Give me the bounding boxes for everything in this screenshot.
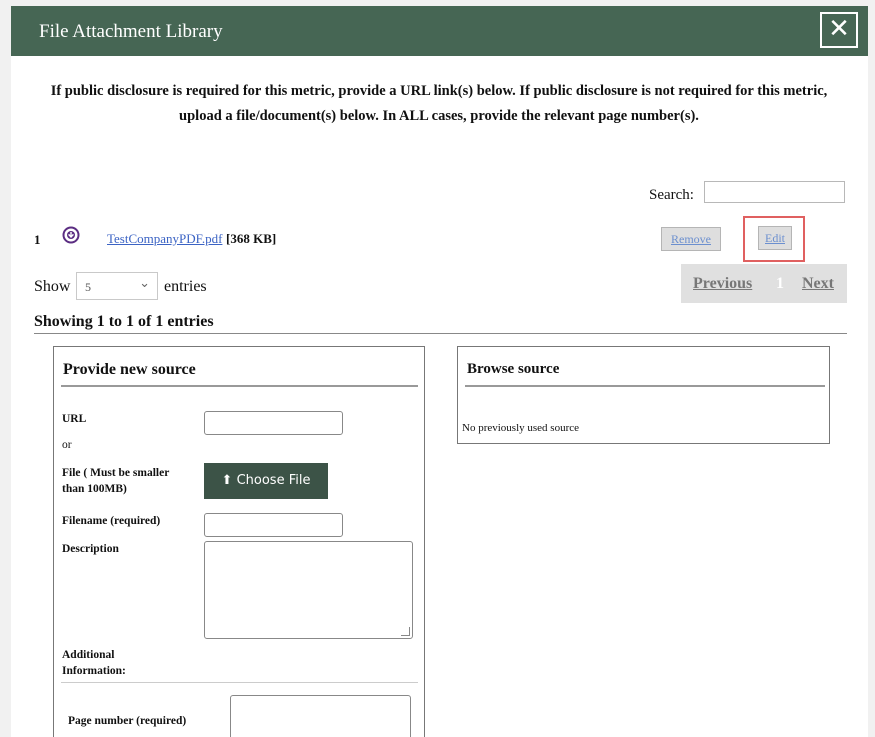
modal-title: File Attachment Library — [39, 21, 223, 42]
browse-source-panel: Browse source No previously used source — [457, 346, 830, 444]
section-divider — [61, 682, 418, 683]
panel-divider — [465, 385, 825, 387]
row-number: 1 — [34, 232, 41, 247]
show-label: Show — [34, 278, 71, 295]
file-label: File ( Must be smaller than 100MB) — [62, 467, 170, 495]
description-label: Description — [62, 543, 119, 555]
download-circle-icon[interactable] — [62, 226, 80, 244]
search-input[interactable] — [704, 181, 845, 203]
entries-per-page-select[interactable]: 5 ⌄ — [76, 272, 158, 300]
current-page[interactable]: 1 — [776, 275, 784, 293]
or-label: or — [62, 439, 72, 451]
close-button[interactable]: ✕ — [820, 12, 858, 48]
new-source-panel: Provide new source URL or File ( Must be… — [53, 346, 425, 737]
file-size: [368 KB] — [226, 231, 277, 246]
new-source-title: Provide new source — [63, 361, 196, 378]
entries-select-value: 5 — [85, 280, 91, 294]
choose-file-button[interactable]: ⬆︎ Choose File — [204, 463, 328, 499]
table-info: Showing 1 to 1 of 1 entries — [34, 313, 214, 330]
filename-label: Filename (required) — [62, 515, 161, 527]
pagination: Previous 1 Next — [681, 264, 847, 303]
chevron-down-icon: ⌄ — [139, 276, 150, 291]
page-number-textarea[interactable] — [230, 695, 411, 737]
file-link[interactable]: TestCompanyPDF.pdf — [107, 231, 222, 247]
upload-icon: ⬆︎ — [221, 473, 233, 488]
entries-label: entries — [164, 278, 207, 295]
choose-file-label: Choose File — [236, 473, 311, 488]
filename-input[interactable] — [204, 513, 343, 537]
disclosure-notice: If public disclosure is required for thi… — [50, 83, 828, 124]
additional-info-label: Additional Information: — [62, 649, 126, 677]
next-page-button[interactable]: Next — [802, 275, 834, 293]
edit-button[interactable]: Edit — [758, 226, 792, 250]
panel-divider — [61, 385, 418, 387]
modal-header: File Attachment Library ✕ — [11, 6, 868, 56]
divider — [34, 333, 847, 334]
browse-source-title: Browse source — [467, 361, 560, 377]
search-label: Search: — [649, 187, 694, 203]
url-input[interactable] — [204, 411, 343, 435]
url-label: URL — [62, 413, 87, 425]
previous-page-button[interactable]: Previous — [693, 275, 752, 293]
no-source-message: No previously used source — [462, 422, 580, 434]
description-textarea[interactable] — [204, 541, 413, 639]
resize-grip-icon[interactable] — [401, 627, 410, 636]
remove-button[interactable]: Remove — [661, 227, 721, 251]
page-number-label: Page number (required) — [68, 715, 187, 727]
file-attachment-modal: File Attachment Library ✕ If public disc… — [11, 6, 868, 737]
